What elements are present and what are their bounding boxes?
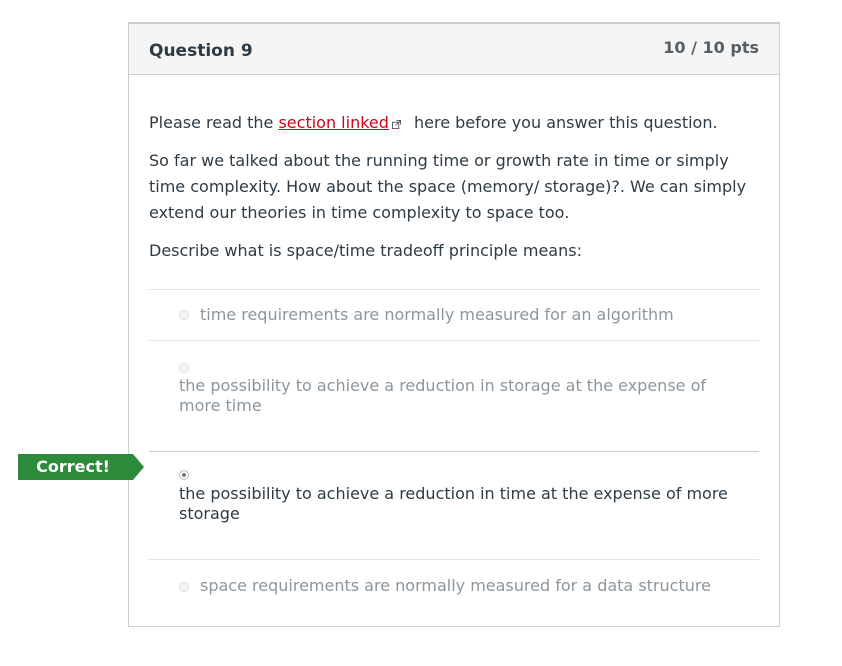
answer-option-2[interactable]: the possibility to achieve a reduction i…	[149, 340, 759, 451]
answer-option-4[interactable]: space requirements are normally measured…	[149, 559, 759, 615]
correct-answer-flag: Correct!	[18, 454, 144, 480]
intro-before-text: Please read the	[149, 113, 279, 132]
radio-button[interactable]	[179, 582, 189, 592]
external-link-icon[interactable]	[391, 120, 401, 129]
question-points: 10 / 10 pts	[663, 38, 759, 57]
answer-list: time requirements are normally measured …	[149, 289, 759, 615]
question-header: Question 9 10 / 10 pts	[129, 24, 779, 75]
question-paragraph: So far we talked about the running time …	[149, 151, 747, 222]
radio-button[interactable]	[179, 363, 189, 373]
answer-text: the possibility to achieve a reduction i…	[179, 376, 706, 415]
intro-after-text: here before you answer this question.	[408, 113, 718, 132]
radio-button-selected[interactable]	[179, 470, 189, 480]
answer-option-1[interactable]: time requirements are normally measured …	[149, 289, 759, 340]
answer-text: the possibility to achieve a reduction i…	[179, 484, 728, 523]
question-card: Question 9 10 / 10 pts Please read the s…	[128, 22, 780, 627]
question-body: Please read the section linked here befo…	[129, 75, 779, 264]
section-link[interactable]: section linked	[278, 113, 388, 132]
radio-button[interactable]	[179, 310, 189, 320]
question-title: Question 9	[149, 41, 253, 61]
answer-text: space requirements are normally measured…	[200, 576, 711, 595]
answer-option-3[interactable]: the possibility to achieve a reduction i…	[149, 451, 759, 559]
question-prompt: Describe what is space/time tradeoff pri…	[149, 241, 582, 260]
answer-text: time requirements are normally measured …	[200, 305, 674, 324]
intro-paragraph: Please read the section linked here befo…	[149, 110, 759, 136]
